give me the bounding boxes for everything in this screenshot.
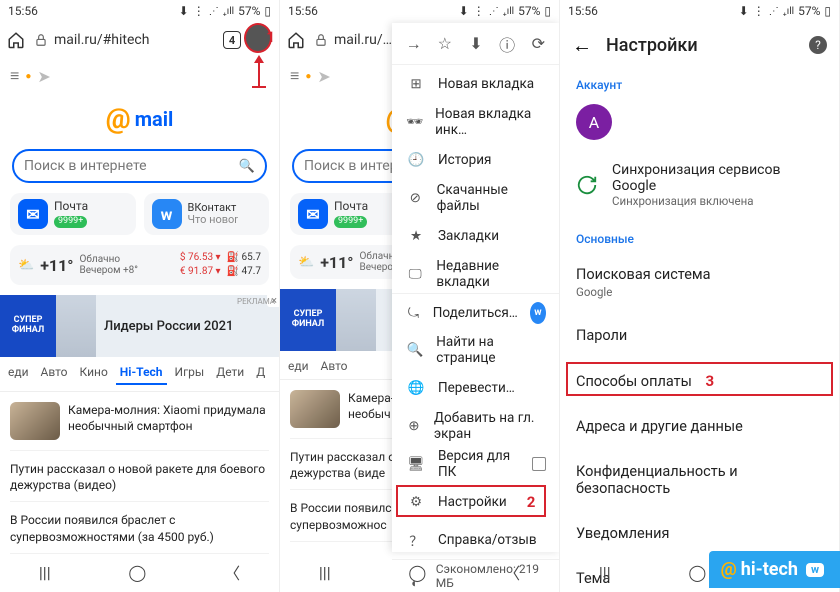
- menu-data-saved[interactable]: ◐Сэкономлено: 219 МБс 22 мар.: [392, 559, 560, 592]
- back-arrow-icon[interactable]: ←: [572, 33, 592, 58]
- hamburger-icon[interactable]: ≡: [10, 66, 19, 86]
- category-tabs[interactable]: едиАвтоКиноHi-TechИгрыДетиД: [0, 357, 279, 392]
- status-time: 15:56: [8, 4, 38, 18]
- news-item[interactable]: Камера-молния: Xiaomi придумала необычны…: [10, 392, 269, 451]
- settings-header: ← Настройки ?: [560, 22, 839, 68]
- download-done-icon: ⊘: [406, 188, 425, 208]
- recents-icon[interactable]: |||: [39, 563, 51, 582]
- menu-downloads[interactable]: ⊘Скачанные файлы: [392, 179, 560, 217]
- tab-switcher[interactable]: 4: [223, 31, 241, 49]
- search-input[interactable]: Поиск в интернете 🔍: [12, 149, 267, 183]
- section-main-label: Основные: [560, 222, 839, 252]
- menu-desktop[interactable]: 🖥Версия для ПК: [392, 445, 560, 483]
- locate-icon[interactable]: ➤: [37, 67, 50, 86]
- menu-add-home[interactable]: ⊕Добавить на гл. экран: [392, 407, 560, 445]
- info-icon[interactable]: ⓘ: [494, 31, 520, 57]
- search-icon[interactable]: 🔍: [239, 159, 255, 174]
- section-account-label: Аккаунт: [560, 68, 839, 98]
- chrome-overflow-menu: → ☆ ⬇ ⓘ ⟳ ⊞Новая вкладка 🕶Новая вкладка …: [392, 23, 560, 552]
- weather-widget[interactable]: ⛅ +11° ОблачноВечером +8° $ 76.53 ▾€ 91.…: [10, 245, 269, 285]
- wifi-icon: ⋰: [209, 6, 219, 17]
- service-mail[interactable]: ✉ Почта9999+: [10, 193, 136, 235]
- menu-recent-tabs[interactable]: 🖵Недавние вкладки: [392, 255, 560, 293]
- plus-icon: ⊞: [406, 74, 426, 94]
- devices-icon: 🖵: [406, 264, 424, 284]
- more-status-icon: ⋮: [193, 4, 205, 18]
- help-icon[interactable]: ?: [809, 36, 827, 54]
- news-item[interactable]: Путин рассказал о новой ракете для боево…: [10, 451, 269, 502]
- sync-icon: [576, 174, 598, 196]
- menu-settings[interactable]: ⚙Настройки 2: [392, 483, 560, 521]
- share-icon: ⤿: [406, 303, 421, 323]
- screenshot-2: 15:56⬇⋮⋰₊ıll57%▯ mail.ru/… ≡●➤ @mail Пои…: [280, 0, 560, 592]
- ad-banner[interactable]: × СУПЕРФИНАЛ Лидеры России 2021 РЕКЛАМА: [0, 295, 279, 357]
- screenshot-3: 15:56⬇⋮⋰₊ıll57%▯ ← Настройки ? Аккаунт A…: [560, 0, 840, 592]
- battery-icon: ▯: [264, 4, 271, 18]
- menu-find[interactable]: 🔍Найти на странице: [392, 331, 560, 369]
- checkbox-icon: [532, 457, 546, 471]
- menu-history[interactable]: 🕘История: [392, 141, 560, 179]
- mail-icon: ✉: [18, 199, 48, 229]
- setting-notifications[interactable]: Уведомления: [560, 511, 839, 556]
- annotation-1: 1: [266, 28, 275, 46]
- star-icon[interactable]: ☆: [432, 31, 458, 57]
- battery-text: 57%: [238, 4, 260, 18]
- menu-new-incognito[interactable]: 🕶Новая вкладка инк…: [392, 103, 560, 141]
- add-home-icon: ⊕: [406, 416, 422, 436]
- android-navbar[interactable]: ||| ◯ 〈: [0, 552, 279, 592]
- menu-translate[interactable]: 🌐Перевести…: [392, 369, 560, 407]
- menu-help[interactable]: ？Справка/отзыв: [392, 521, 560, 559]
- avatar: A: [576, 104, 612, 140]
- settings-title: Настройки: [606, 35, 698, 56]
- status-bar: 15:56 ⬇ ⋮ ⋰ ₊ıll 57% ▯: [0, 0, 279, 22]
- download-icon[interactable]: ⬇: [463, 31, 489, 57]
- page-content: ≡ ● ➤ @mail Поиск в интернете 🔍 ✉ Почта9…: [0, 58, 279, 554]
- home-icon[interactable]: [286, 30, 306, 50]
- signal-icon: ₊ıll: [223, 6, 234, 17]
- annotation-2: 2: [527, 493, 536, 511]
- service-vk[interactable]: w ВКонтактЧто новоr: [144, 193, 270, 235]
- annotation-3: 3: [705, 372, 714, 390]
- menu-share[interactable]: ⤿Поделиться…w: [392, 293, 560, 331]
- menu-bookmarks[interactable]: ★Закладки: [392, 217, 560, 255]
- history-icon: 🕘: [406, 150, 426, 170]
- setting-payment-methods[interactable]: Способы оплаты 3: [560, 358, 839, 404]
- url-bar: mail.ru/#hitech 4 1: [0, 22, 279, 58]
- desktop-icon: 🖥: [406, 454, 426, 474]
- setting-addresses[interactable]: Адреса и другие данные: [560, 404, 839, 449]
- vk-badge-icon: w: [530, 302, 546, 324]
- watermark: @hi-techw: [709, 551, 840, 588]
- news-thumbnail: [10, 402, 60, 440]
- back-icon[interactable]: 〈: [224, 560, 240, 584]
- find-icon: 🔍: [406, 340, 424, 360]
- news-item[interactable]: В России появился браслет с супервозможн…: [10, 502, 269, 553]
- setting-search-engine[interactable]: Поисковая системаGoogle: [560, 252, 839, 313]
- data-saver-icon: ◐: [406, 573, 424, 592]
- help-icon: ？: [406, 530, 426, 550]
- incognito-icon: 🕶: [406, 112, 423, 132]
- forward-icon[interactable]: →: [401, 31, 427, 57]
- vk-icon: w: [152, 199, 182, 229]
- home-nav-icon[interactable]: ◯: [128, 563, 146, 582]
- translate-icon: 🌐: [406, 378, 426, 398]
- mail-logo[interactable]: @mail: [10, 92, 269, 143]
- bookmark-icon: ★: [406, 226, 426, 246]
- download-icon: ⬇: [179, 4, 189, 18]
- gear-icon: ⚙: [406, 492, 426, 512]
- home-icon[interactable]: [6, 30, 26, 50]
- account-row[interactable]: A: [560, 98, 839, 152]
- url-field[interactable]: mail.ru/#hitech: [34, 32, 215, 48]
- lock-icon: [34, 33, 48, 47]
- screenshot-1: 15:56 ⬇ ⋮ ⋰ ₊ıll 57% ▯ mail.ru/#hitech 4…: [0, 0, 280, 592]
- setting-passwords[interactable]: Пароли: [560, 313, 839, 358]
- reload-icon[interactable]: ⟳: [525, 31, 551, 57]
- sync-row[interactable]: Синхронизация сервисов GoogleСинхронизац…: [560, 152, 839, 222]
- setting-privacy[interactable]: Конфиденциальность и безопасность: [560, 449, 839, 511]
- menu-new-tab[interactable]: ⊞Новая вкладка: [392, 65, 560, 103]
- weather-icon: ⛅: [18, 258, 34, 273]
